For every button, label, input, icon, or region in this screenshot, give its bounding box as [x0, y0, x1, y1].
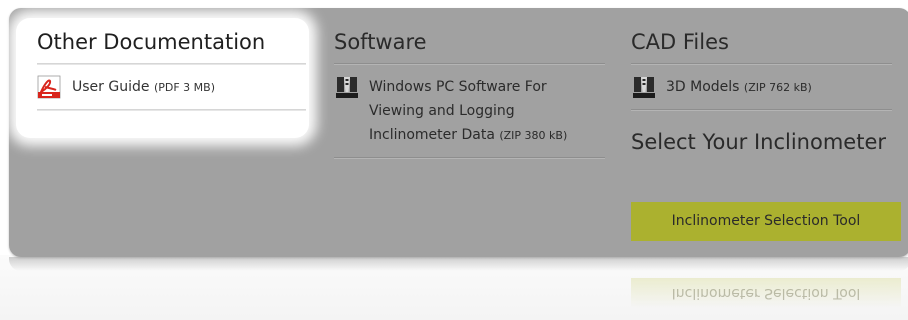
cad-title: CAD Files: [631, 30, 729, 54]
software-title: Software: [334, 30, 427, 54]
pc-software-link[interactable]: Windows PC Software For Viewing and Logg…: [334, 65, 605, 157]
button-reflection: Inclinometer Selection Tool: [631, 278, 901, 308]
inclinometer-selection-tool-button[interactable]: Inclinometer Selection Tool: [631, 202, 901, 241]
3d-models-link[interactable]: 3D Models (ZIP 762 kB): [631, 65, 892, 109]
pc-software-meta: (ZIP 380 kB): [499, 129, 568, 142]
pc-software-text: Windows PC Software For Viewing and Logg…: [369, 75, 605, 148]
software-column: Software Windows PC Software For Viewing…: [334, 28, 605, 159]
divider: [37, 109, 306, 111]
documentation-column: Other Documentation User Guide (PDF 3 MB…: [37, 28, 306, 111]
user-guide-link[interactable]: User Guide (PDF 3 MB): [37, 65, 306, 109]
zip-icon: [334, 75, 360, 99]
3d-models-label: 3D Models: [666, 79, 740, 95]
divider: [631, 109, 892, 111]
3d-models-meta: (ZIP 762 kB): [743, 81, 812, 94]
panel-reflection: [9, 257, 908, 271]
zip-icon: [631, 75, 657, 99]
documentation-title: Other Documentation: [37, 30, 266, 54]
user-guide-meta: (PDF 3 MB): [153, 81, 215, 94]
pdf-icon: [37, 75, 63, 99]
user-guide-text: User Guide (PDF 3 MB): [72, 75, 215, 100]
cad-column: CAD Files 3D Models (ZIP 762 kB) Select …: [631, 28, 892, 156]
divider: [334, 157, 605, 159]
download-section: Other Documentation User Guide (PDF 3 MB…: [0, 0, 908, 320]
user-guide-label: User Guide: [72, 79, 150, 95]
select-inclinometer-title: Select Your Inclinometer: [631, 130, 887, 154]
3d-models-text: 3D Models (ZIP 762 kB): [666, 75, 812, 100]
